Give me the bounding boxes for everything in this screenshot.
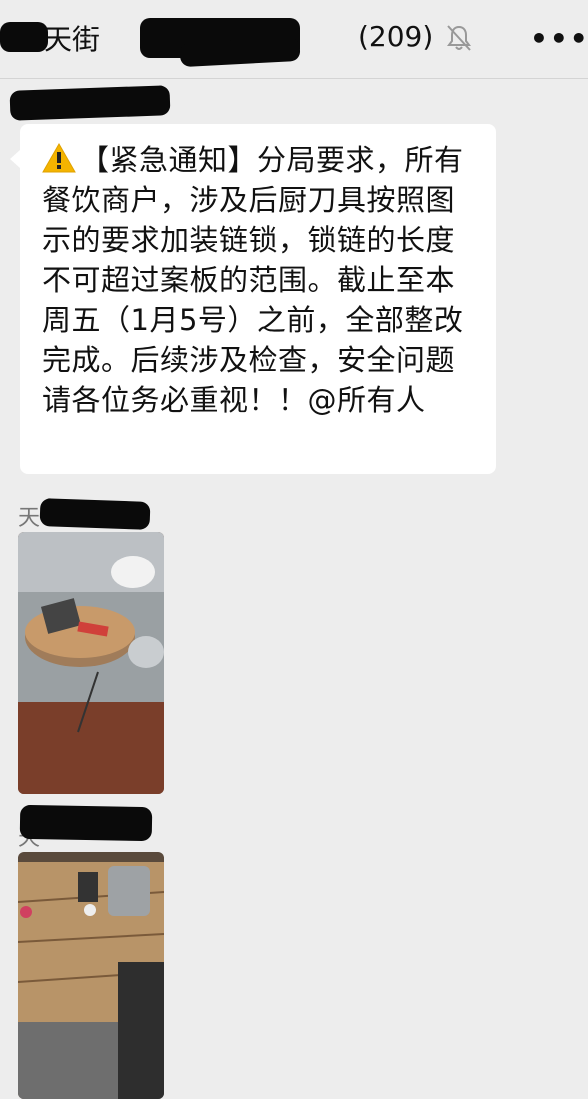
redaction-sender-top <box>9 85 171 121</box>
sender-name-1: 天 <box>18 506 41 531</box>
redaction-sender-2 <box>19 804 153 842</box>
message-text: 【紧急通知】分局要求，所有餐饮商户，涉及后厨刀具按照图示的要求加装链锁，锁链的长… <box>42 140 478 420</box>
redaction-title-1 <box>0 22 48 52</box>
member-count: (209) <box>358 20 434 53</box>
redaction-sender-1 <box>39 498 151 530</box>
kitchen-chopping-board-photo-2[interactable] <box>18 852 164 1099</box>
kitchen-chopping-board-photo-1[interactable] <box>18 532 164 794</box>
warning-icon <box>42 142 76 173</box>
bell-off-icon[interactable] <box>446 24 472 52</box>
message-bubble[interactable]: 【紧急通知】分局要求，所有餐饮商户，涉及后厨刀具按照图示的要求加装链锁，锁链的长… <box>10 124 496 474</box>
message-content: 【紧急通知】分局要求，所有餐饮商户，涉及后厨刀具按照图示的要求加装链锁，锁链的长… <box>42 143 464 417</box>
redaction-title-3 <box>179 36 301 68</box>
more-dots-icon[interactable]: ••• <box>530 22 588 55</box>
chat-header: 天街… (209) ••• <box>0 0 588 79</box>
